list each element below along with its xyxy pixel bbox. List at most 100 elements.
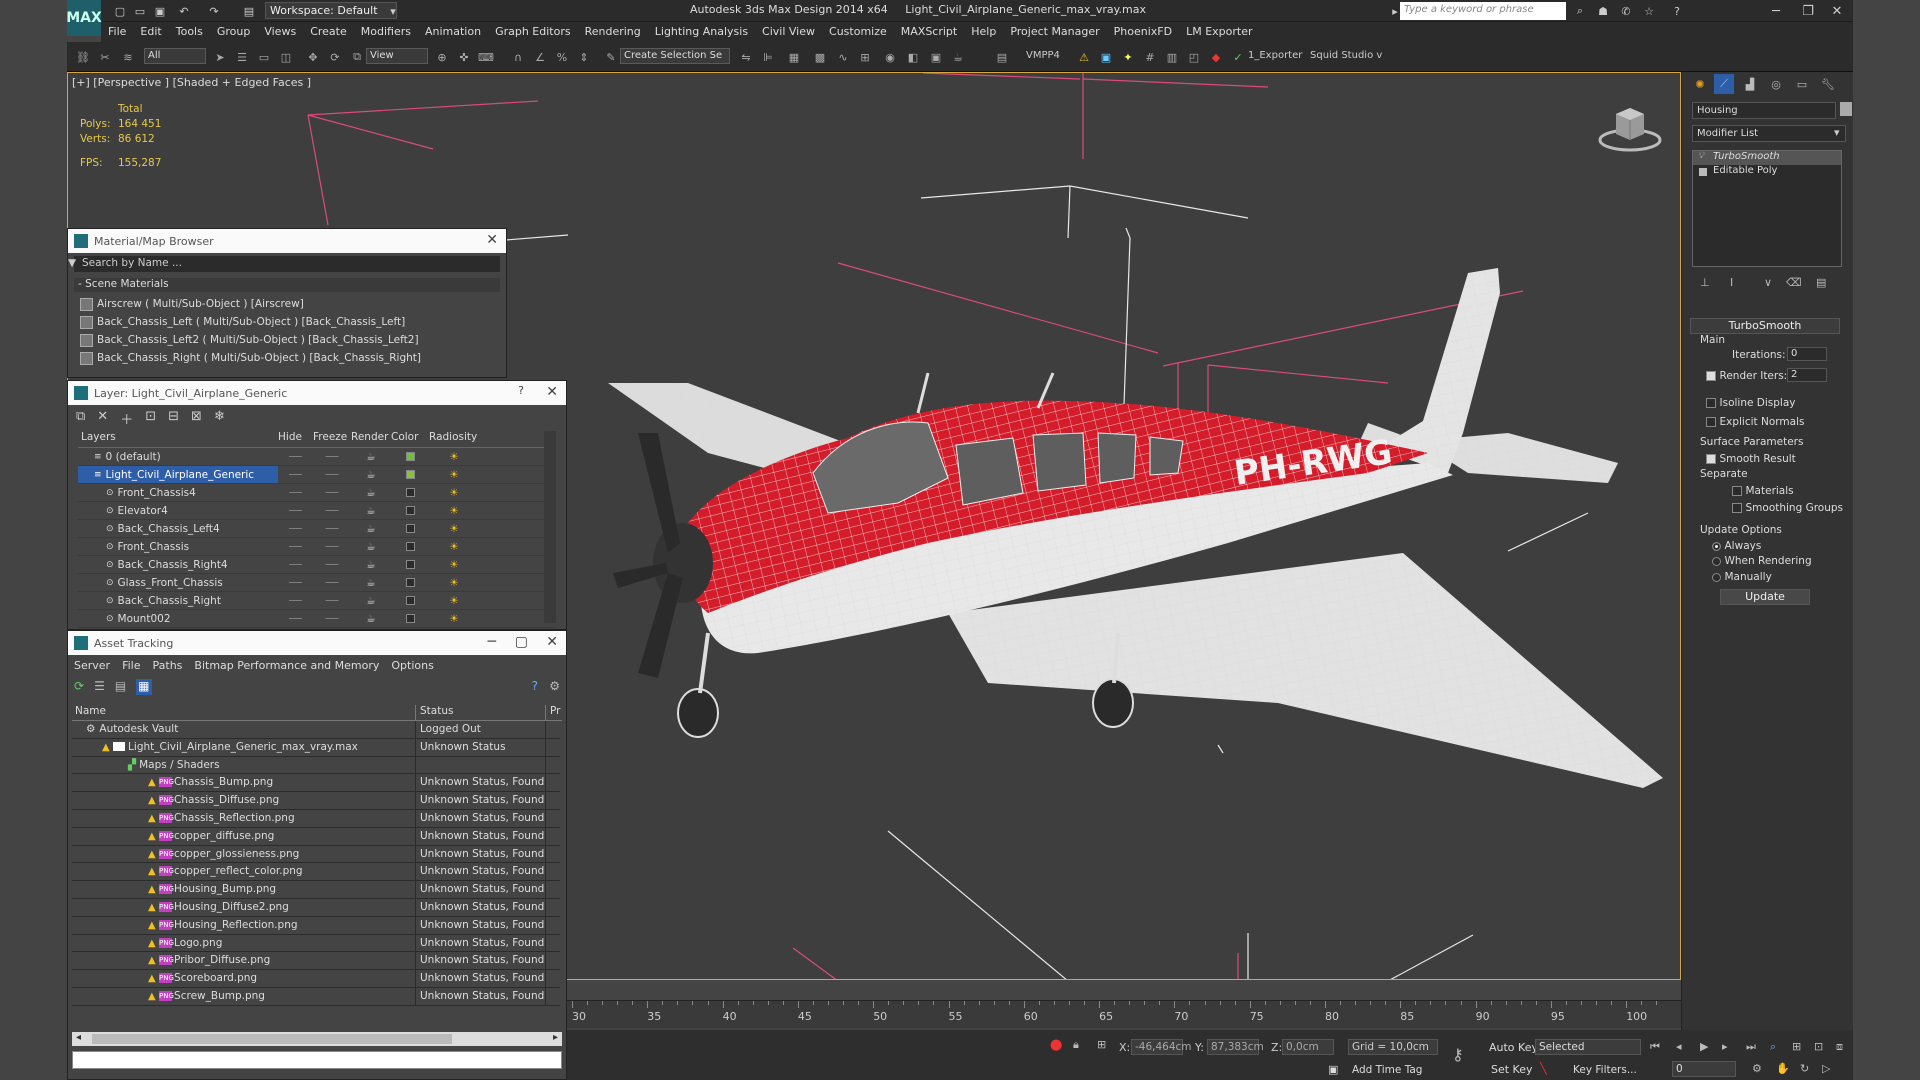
maximize-icon[interactable]: ▢ xyxy=(515,634,528,650)
menu-views[interactable]: Views xyxy=(257,22,303,42)
lock-selection-icon[interactable]: 🔒︎ xyxy=(1073,1038,1079,1052)
layer-radiosity-icon[interactable]: ☀ xyxy=(429,466,479,483)
schematic-view-icon[interactable]: ⊞ xyxy=(857,49,873,65)
layer-render-icon[interactable]: ☕ xyxy=(351,448,391,465)
layer-freeze-toggle[interactable]: ── xyxy=(313,484,351,501)
select-link-icon[interactable]: ⛓ xyxy=(75,49,91,65)
graphite-tools-icon[interactable]: ▩ xyxy=(812,49,828,65)
asset-row[interactable]: ▲ PNGScrew_Bump.png Unknown Status, Found xyxy=(72,987,562,1006)
app-logo[interactable]: MAX xyxy=(66,0,102,36)
asset-row[interactable]: ▲ PNGcopper_diffuse.png Unknown Status, F… xyxy=(72,827,562,846)
asset-tracking-titlebar[interactable]: Asset Tracking ─ ▢ ✕ xyxy=(68,631,566,655)
menu-phoenixfd[interactable]: PhoenixFD xyxy=(1107,22,1179,42)
select-in-layer-icon[interactable]: ⊡ xyxy=(145,409,156,427)
layer-freeze-toggle[interactable]: ── xyxy=(313,556,351,573)
modifier-stack[interactable]: 💡︎ TurboSmooth Editable Poly xyxy=(1692,150,1842,267)
menu-customize[interactable]: Customize xyxy=(822,22,894,42)
scroll-right-icon[interactable]: ▸ xyxy=(553,1032,558,1043)
menu-help[interactable]: Help xyxy=(964,22,1003,42)
layer-color-swatch[interactable] xyxy=(405,452,415,461)
maximize-icon[interactable]: ❐ xyxy=(1792,0,1824,22)
smoothing-groups-checkbox[interactable] xyxy=(1732,503,1742,513)
asset-name-cell[interactable]: ▲ PNGcopper_reflect_color.png xyxy=(72,863,416,882)
layer-radiosity-icon[interactable]: ☀ xyxy=(429,574,479,591)
layer-hide-toggle[interactable]: ── xyxy=(278,520,313,537)
layer-hide-toggle[interactable]: ── xyxy=(278,610,313,627)
settings-icon[interactable]: ⚙ xyxy=(549,679,560,693)
layer-color-swatch[interactable] xyxy=(405,596,415,605)
layer-color-cell[interactable] xyxy=(391,448,429,465)
asset-name-cell[interactable]: ▲ PNGcopper_diffuse.png xyxy=(72,827,416,846)
redo-icon[interactable]: ↷ xyxy=(205,3,223,19)
asset-name-cell[interactable]: ▲ PNGHousing_Reflection.png xyxy=(72,916,416,935)
layer-color-swatch[interactable] xyxy=(405,506,415,515)
expand-icon[interactable] xyxy=(1699,168,1707,176)
asset-row[interactable]: ▲ PNGHousing_Reflection.png Unknown Statu… xyxy=(72,916,562,935)
asset-row[interactable]: ▲ PNGcopper_reflect_color.png Unknown Sta… xyxy=(72,863,562,882)
modifier-list-dropdown[interactable]: Modifier List xyxy=(1692,125,1846,142)
material-editor-icon[interactable]: ◉ xyxy=(882,49,898,65)
layer-color-cell[interactable] xyxy=(391,538,429,555)
layer-color-cell[interactable] xyxy=(391,502,429,519)
layer-color-swatch[interactable] xyxy=(405,614,415,623)
layer-color-swatch[interactable] xyxy=(405,560,415,569)
workspace-dropdown[interactable]: Workspace: Default xyxy=(265,2,397,19)
communication-icon[interactable]: ✆ xyxy=(1617,3,1635,19)
minimize-icon[interactable]: ─ xyxy=(1760,0,1792,22)
menu-modifiers[interactable]: Modifiers xyxy=(354,22,418,42)
pin-stack-icon[interactable]: ⊥ xyxy=(1700,276,1710,289)
viewport-layout-icon[interactable]: ▥ xyxy=(1164,49,1180,65)
turbosmooth-rollout-header[interactable]: TurboSmooth xyxy=(1690,318,1840,334)
material-search-input[interactable]: ▼ Search by Name ... xyxy=(68,256,500,272)
freeze-all-icon[interactable]: ❄ xyxy=(214,409,225,427)
asset-row[interactable]: ▲ PNGcopper_glossieness.png Unknown Statu… xyxy=(72,845,562,864)
layer-hide-toggle[interactable]: ── xyxy=(278,502,313,519)
object-color-swatch[interactable] xyxy=(1840,102,1852,116)
camera-icon[interactable]: ◰ xyxy=(1186,49,1202,65)
configure-modifier-sets-icon[interactable]: ▤ xyxy=(1816,276,1826,289)
layer-color-cell[interactable] xyxy=(391,592,429,609)
object-name-field[interactable]: Housing xyxy=(1692,102,1836,119)
zoom-icon[interactable]: ⌕ xyxy=(1770,1040,1776,1054)
layer-name-cell[interactable]: ≡ 0 (default) xyxy=(78,448,278,465)
pivot-center-icon[interactable]: ⊕ xyxy=(434,49,450,65)
layer-dialog-titlebar[interactable]: Layer: Light_Civil_Airplane_Generic? ✕ xyxy=(68,381,566,405)
close-icon[interactable]: ✕ xyxy=(486,232,498,248)
layer-row[interactable]: ⊙ Front_Chassis ── ── ☕ ☀ xyxy=(78,538,556,556)
warning-icon[interactable]: ⚠ xyxy=(1076,49,1092,65)
asset-name-cell[interactable]: ▲ PNGLogo.png xyxy=(72,934,416,953)
menu-edit[interactable]: Edit xyxy=(133,22,168,42)
select-move-icon[interactable]: ✥ xyxy=(305,49,321,65)
col-color[interactable]: Color xyxy=(391,431,429,447)
layer-color-swatch[interactable] xyxy=(405,524,415,533)
when-rendering-radio[interactable] xyxy=(1712,556,1721,566)
current-frame-field[interactable]: 0 xyxy=(1672,1061,1736,1077)
materials-checkbox[interactable] xyxy=(1732,486,1742,496)
layer-name-cell[interactable]: ⊙ Front_Chassis xyxy=(78,538,278,555)
refresh-icon[interactable]: ⟳ xyxy=(74,679,84,695)
layer-freeze-toggle[interactable]: ── xyxy=(313,592,351,609)
subscription-icon[interactable]: ☗ xyxy=(1594,3,1612,19)
asset-menu-item[interactable]: Paths xyxy=(153,659,183,672)
asset-menu-item[interactable]: File xyxy=(122,659,140,672)
select-object-icon[interactable]: ➤ xyxy=(212,49,228,65)
selection-region-icon[interactable]: ▭ xyxy=(256,49,272,65)
curve-editor-icon[interactable]: ∿ xyxy=(835,49,851,65)
col-proxy[interactable]: Pr xyxy=(546,705,560,720)
display-tab-icon[interactable]: ▭ xyxy=(1792,74,1812,94)
reference-coordinate-dropdown[interactable]: View xyxy=(366,48,428,64)
menu-create[interactable]: Create xyxy=(303,22,354,42)
render-iters-checkbox[interactable] xyxy=(1706,371,1716,381)
maximize-viewport-icon[interactable]: ⧈ xyxy=(1836,1040,1843,1054)
menu-rendering[interactable]: Rendering xyxy=(578,22,648,42)
render-setup-icon[interactable]: ◧ xyxy=(905,49,921,65)
go-to-end-icon[interactable]: ⏭ xyxy=(1746,1040,1756,1054)
go-to-start-icon[interactable]: ⏮ xyxy=(1650,1040,1660,1054)
snaps-toggle-icon[interactable]: ∩ xyxy=(510,49,526,65)
add-to-layer-icon[interactable]: ＋ xyxy=(120,409,133,428)
layer-render-icon[interactable]: ☕ xyxy=(351,592,391,609)
show-end-result-icon[interactable]: Ⅰ xyxy=(1730,276,1733,289)
render-iters-spinner[interactable]: 2 xyxy=(1787,368,1827,382)
col-layers[interactable]: Layers xyxy=(78,431,278,447)
material-browser-titlebar[interactable]: Material/Map Browser ✕ xyxy=(68,229,506,253)
